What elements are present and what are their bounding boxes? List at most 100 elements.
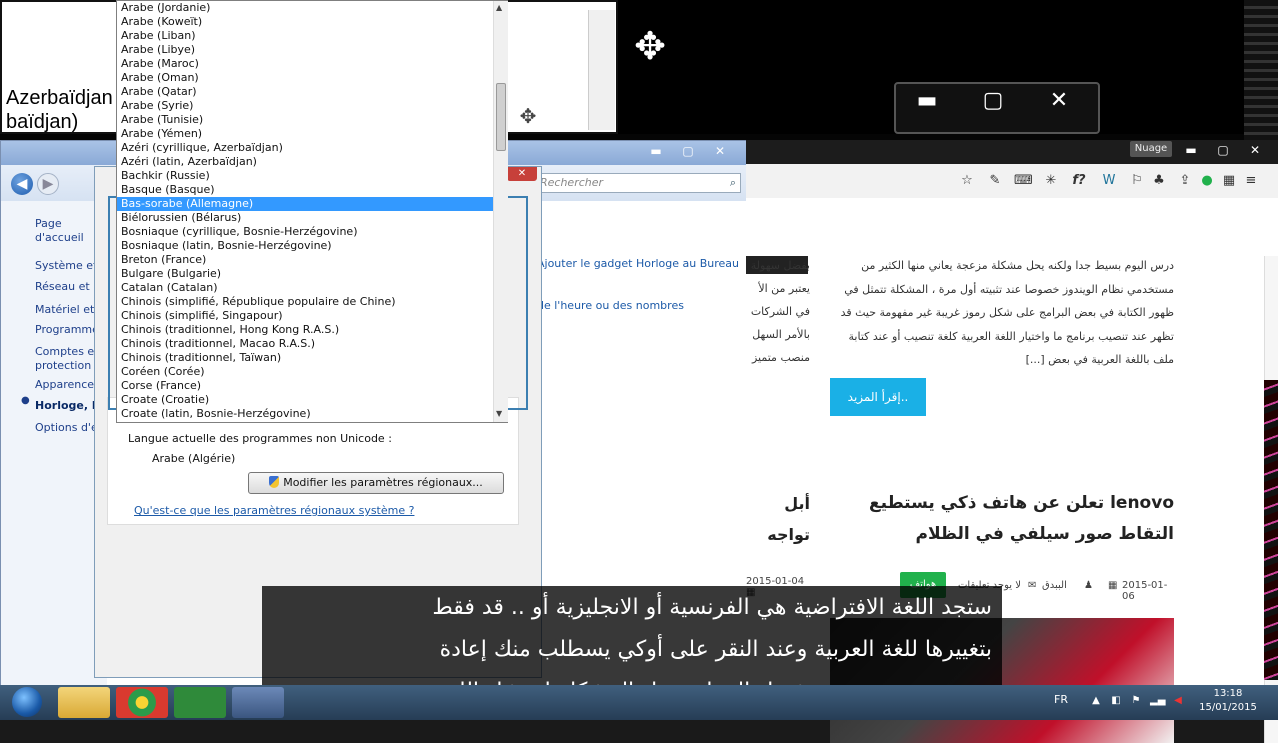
browser-toolbar: ☆ ✎ ⌨ ✳ f? W ⚐ ♣ ⇪ ● ▦ ≡ xyxy=(746,164,1278,199)
close-icon[interactable]: ✕ xyxy=(1028,88,1090,114)
menu-icon[interactable]: ≡ xyxy=(1242,172,1260,190)
locale-option[interactable]: Arabe (Yémen) xyxy=(117,127,493,141)
locale-option[interactable]: Chinois (simplifié, République populaire… xyxy=(117,295,493,309)
dialog-close-icon[interactable]: ✕ xyxy=(507,167,537,181)
search-input[interactable]: Rechercher ⌕ xyxy=(535,173,741,193)
sidebar-item-accessibility[interactable]: Options d'ergonomie xyxy=(35,421,101,434)
locale-option[interactable]: Chinois (simplifié, Singapour) xyxy=(117,309,493,323)
input-language[interactable]: FR xyxy=(1054,693,1068,706)
locale-option[interactable]: Bulgare (Bulgarie) xyxy=(117,267,493,281)
br-close-icon[interactable]: ✕ xyxy=(1240,142,1270,158)
control-panel-taskbar-icon[interactable] xyxy=(232,687,284,718)
cp-minimize-icon[interactable]: ▬ xyxy=(641,143,671,159)
background-scrollbar[interactable] xyxy=(588,10,615,130)
sidebar-item-clock-language[interactable]: Horloge, langue et région xyxy=(35,399,101,412)
search-icon[interactable]: ⌕ xyxy=(730,174,736,192)
locale-option-selected[interactable]: Bas-sorabe (Allemagne) xyxy=(117,197,493,211)
sidebar-item-programs[interactable]: Programmes xyxy=(35,323,101,336)
locale-option[interactable]: Azéri (latin, Azerbaïdjan) xyxy=(117,155,493,169)
locale-option[interactable]: Arabe (Syrie) xyxy=(117,99,493,113)
article-title[interactable]: lenovo تعلن عن هاتف ذكي يستطيع التقاط صو… xyxy=(830,488,1174,550)
back-arrow-icon[interactable]: ◀ xyxy=(11,173,33,195)
settings-icon[interactable]: ✳ xyxy=(1042,172,1060,190)
tray-app-icon[interactable]: ◧ xyxy=(1110,695,1122,707)
add-clock-gadget-link[interactable]: Ajouter le gadget Horloge au Bureau xyxy=(537,257,739,270)
sidebar-item-appearance[interactable]: Apparence et personnalisation xyxy=(35,378,101,391)
locale-option[interactable]: Arabe (Qatar) xyxy=(117,85,493,99)
locale-option[interactable]: Arabe (Koweït) xyxy=(117,15,493,29)
clock[interactable]: 13:18 15/01/2015 xyxy=(1196,687,1260,715)
locale-option[interactable]: Chinois (traditionnel, Hong Kong R.A.S.) xyxy=(117,323,493,337)
locale-option[interactable]: Chinois (traditionnel, Taïwan) xyxy=(117,351,493,365)
wordpress-icon[interactable]: W xyxy=(1100,172,1118,190)
browser-titlebar[interactable]: Nuage ▬ ▢ ✕ xyxy=(746,140,1278,164)
extension-icon[interactable]: ⚐ xyxy=(1128,172,1146,190)
camtasia-taskbar-icon[interactable] xyxy=(174,687,226,718)
locale-option[interactable]: Bosniaque (latin, Bosnie-Herzégovine) xyxy=(117,239,493,253)
locale-option[interactable]: Croate (Croatie) xyxy=(117,393,493,407)
locale-option[interactable]: Corse (France) xyxy=(117,379,493,393)
locale-option[interactable]: Coréen (Corée) xyxy=(117,365,493,379)
floating-window-controls: ▬ ▢ ✕ xyxy=(894,82,1100,134)
scroll-down-icon[interactable]: ▼ xyxy=(496,409,502,418)
locale-option[interactable]: Arabe (Libye) xyxy=(117,43,493,57)
locale-option[interactable]: Arabe (Oman) xyxy=(117,71,493,85)
br-maximize-icon[interactable]: ▢ xyxy=(1208,142,1238,158)
article-excerpt: درس اليوم بسيط جدا ولكنه يحل مشكلة مزعجة… xyxy=(840,259,1174,366)
volume-icon[interactable]: ◀ xyxy=(1172,695,1184,707)
keyboard-icon[interactable]: ⌨ xyxy=(1014,172,1033,190)
sidebar-item-system[interactable]: Système et sécurité xyxy=(35,259,101,272)
background-edge xyxy=(1264,380,1278,680)
locale-option[interactable]: Arabe (Maroc) xyxy=(117,57,493,71)
left-article-title[interactable]: أبل تواجه لتحديث xyxy=(746,488,810,552)
function-icon[interactable]: f? xyxy=(1070,172,1088,190)
locale-dropdown-list[interactable]: Arabe (Jordanie) Arabe (Koweït) Arabe (Lib… xyxy=(116,0,508,423)
cp-close-icon[interactable]: ✕ xyxy=(705,143,735,159)
locale-option[interactable]: Arabe (Liban) xyxy=(117,29,493,43)
grid-icon[interactable]: ▦ xyxy=(1220,172,1238,190)
cloud-button[interactable]: Nuage xyxy=(1130,141,1172,157)
locale-option[interactable]: Bosniaque (cyrillique, Bosnie-Herzégovin… xyxy=(117,225,493,239)
start-button[interactable] xyxy=(2,685,50,720)
read-more-button[interactable]: إقرأ المزيد.. xyxy=(830,378,926,416)
tray-arrow-icon[interactable]: ▲ xyxy=(1090,695,1102,707)
green-extension-icon[interactable]: ● xyxy=(1198,172,1216,190)
taskbar: FR ▲ ◧ ⚑ ▂▄ ◀ 13:18 15/01/2015 xyxy=(0,685,1278,720)
locale-option[interactable]: Catalan (Catalan) xyxy=(117,281,493,295)
upload-icon[interactable]: ⇪ xyxy=(1176,172,1194,190)
sidebar-item-hardware[interactable]: Matériel et audio xyxy=(35,303,101,316)
locale-option[interactable]: Chinois (traditionnel, Macao R.A.S.) xyxy=(117,337,493,351)
sidebar-item-network[interactable]: Réseau et Internet xyxy=(35,280,101,293)
star-icon[interactable]: ☆ xyxy=(958,172,976,190)
locale-option[interactable]: Basque (Basque) xyxy=(117,183,493,197)
sidebar-item-accounts[interactable]: Comptes et protection des utilisateurs xyxy=(35,345,101,373)
scroll-up-icon[interactable]: ▲ xyxy=(496,3,502,12)
system-locale-help-link[interactable]: Qu'est-ce que les paramètres régionaux s… xyxy=(134,504,414,517)
change-system-locale-button[interactable]: Modifier les paramètres régionaux... xyxy=(248,472,504,494)
clock-time: 13:18 xyxy=(1213,688,1243,699)
plugin-icon[interactable]: ♣ xyxy=(1150,172,1168,190)
cp-maximize-icon[interactable]: ▢ xyxy=(673,143,703,159)
maximize-icon[interactable]: ▢ xyxy=(962,88,1024,114)
locale-option[interactable]: Arabe (Jordanie) xyxy=(117,1,493,15)
network-icon[interactable]: ▂▄ xyxy=(1150,695,1165,707)
locale-option[interactable]: Croate (latin, Bosnie-Herzégovine) xyxy=(117,407,493,421)
dropdown-scroll-thumb[interactable] xyxy=(496,83,506,151)
time-number-format-link[interactable]: de l'heure ou des nombres xyxy=(537,299,684,312)
br-minimize-icon[interactable]: ▬ xyxy=(1176,142,1206,158)
article-author[interactable]: الببدق xyxy=(1042,580,1067,591)
tray-flag-icon[interactable]: ⚑ xyxy=(1130,695,1142,707)
locale-option[interactable]: Biélorussien (Bélarus) xyxy=(117,211,493,225)
locale-option[interactable]: Breton (France) xyxy=(117,253,493,267)
eyedropper-icon[interactable]: ✎ xyxy=(986,172,1004,190)
locale-option[interactable]: Bachkir (Russie) xyxy=(117,169,493,183)
chrome-taskbar-icon[interactable] xyxy=(116,687,168,718)
locale-option[interactable]: Arabe (Tunisie) xyxy=(117,113,493,127)
minimize-icon[interactable]: ▬ xyxy=(896,88,958,114)
sidebar-item-home[interactable]: Page d'accueil du Panneau de configurati… xyxy=(35,217,101,245)
dropdown-scrollbar[interactable]: ▲ ▼ xyxy=(493,1,508,422)
forward-arrow-icon[interactable]: ▶ xyxy=(37,173,59,195)
explorer-taskbar-icon[interactable] xyxy=(58,687,110,718)
background-window-text: Azerbaïdjan baïdjan) xyxy=(6,86,113,134)
locale-option[interactable]: Azéri (cyrillique, Azerbaïdjan) xyxy=(117,141,493,155)
